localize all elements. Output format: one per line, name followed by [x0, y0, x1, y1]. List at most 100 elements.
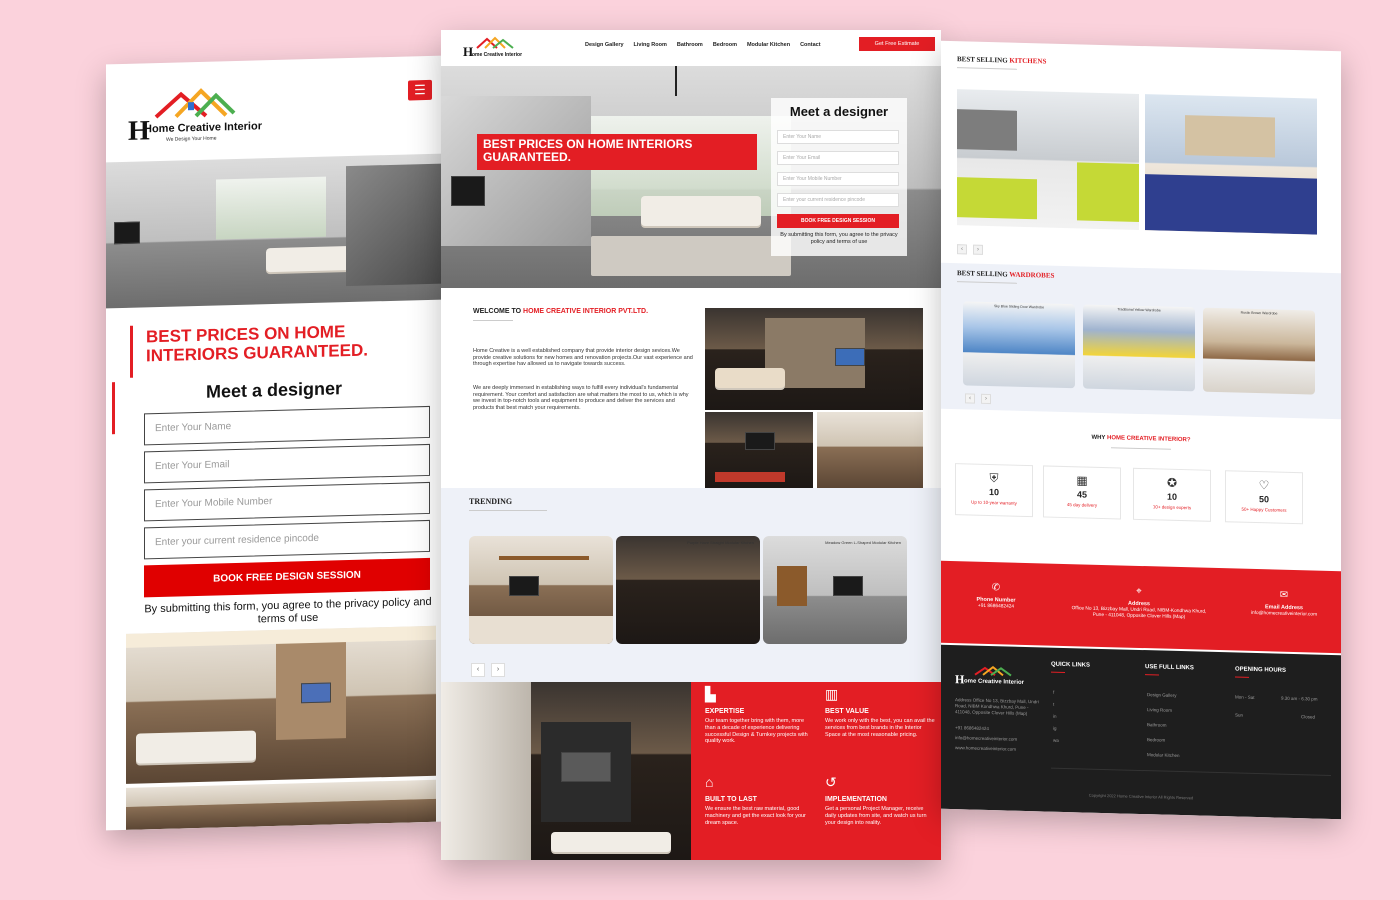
award-icon: ✪ — [1166, 475, 1178, 490]
trending-card[interactable] — [469, 536, 613, 644]
hours-day: Sun — [1235, 712, 1244, 718]
terms-text: By submitting this form, you agree to th… — [144, 595, 432, 626]
heading-accent: KITCHENS — [1009, 56, 1047, 66]
heart-home-icon: ♡ — [1258, 478, 1270, 493]
mobile-input[interactable]: Enter Your Mobile Number — [777, 172, 899, 186]
phone-icon: ✆ — [991, 582, 1001, 594]
house-roof-icon: H ome Creative Interior — [463, 36, 522, 59]
wardrobe-card[interactable]: Sky Blue Sliding Door Wardrobe — [963, 301, 1075, 389]
card-caption: Rustic Brown Wardrobe — [1240, 310, 1278, 316]
linkedin-icon[interactable]: in — [1053, 714, 1057, 719]
feature-desc: We work only with the best, you can avai… — [825, 718, 935, 738]
contact-email[interactable]: ✉ Email Address info@homecreativeinterio… — [1239, 589, 1329, 619]
mobile-screen: H Home Creative Interior We Design Your … — [106, 55, 442, 831]
company-name: HOME CREATIVE INTERIOR PVT.LTD. — [523, 308, 649, 315]
pincode-input[interactable]: Enter your current residence pincode — [144, 519, 430, 560]
heading-prefix: WHY — [1091, 434, 1106, 442]
carousel-next-button[interactable]: › — [973, 244, 983, 255]
hours-day: Mon - Sat — [1235, 694, 1255, 700]
book-session-button[interactable]: BOOK FREE DESIGN SESSION — [777, 214, 899, 228]
living-room-image — [705, 308, 923, 410]
hero-headline: BEST PRICES ON HOME INTERIORS GUARANTEED… — [146, 322, 368, 366]
hours-time: Closed — [1301, 714, 1316, 720]
shield-icon: ⛨ — [989, 471, 999, 486]
about-paragraph-2: We are deeply immersed in establishing w… — [473, 385, 689, 411]
nav-design-gallery[interactable]: Design Gallery — [585, 42, 624, 48]
contact-address[interactable]: ⌖ Address Office No 13, Bizzbay Mall, Un… — [1071, 584, 1207, 622]
tv-wall-image — [441, 682, 691, 860]
kitchen-image — [817, 412, 923, 488]
desktop-lower-screen: BEST SELLING KITCHENS ‹ › BEST SELLING W… — [941, 40, 1341, 820]
opening-hours-title: OPENING HOURS — [1235, 666, 1287, 674]
book-session-button[interactable]: BOOK FREE DESIGN SESSION — [144, 557, 430, 598]
feature-built-to-last: ⌂ BUILT TO LAST We ensure the best raw m… — [705, 774, 815, 826]
hamburger-icon[interactable]: ☰ — [408, 79, 432, 101]
whatsapp-icon[interactable]: wa — [1053, 738, 1059, 743]
facebook-icon[interactable]: f — [1053, 690, 1054, 695]
divider — [469, 510, 547, 511]
history-icon: ↺ — [825, 774, 837, 790]
house-roof-icon: H ome Creative Interior — [955, 665, 1025, 686]
kitchen-image[interactable] — [1145, 94, 1317, 235]
card-caption: Meadow Green L-Shaped Modular Kitchen — [825, 540, 901, 545]
welcome-prefix: WELCOME TO — [473, 308, 522, 315]
feature-best-value: ▥ BEST VALUE We work only with the best,… — [825, 686, 935, 738]
footer-link[interactable]: Living Room — [1147, 707, 1172, 713]
trending-card[interactable]: Purple Haze Straight Modular Kitchen — [616, 536, 760, 644]
stat-customers: ♡ 50 50+ Happy Customers — [1225, 470, 1303, 525]
wardrobe-card[interactable]: Rustic Brown Wardrobe — [1203, 307, 1315, 395]
carousel-next-button[interactable]: › — [981, 393, 991, 405]
carousel-prev-button[interactable]: ‹ — [957, 244, 967, 255]
svg-text:ome Creative Interior: ome Creative Interior — [472, 52, 522, 58]
name-input[interactable]: Enter Your Name — [144, 405, 430, 446]
footer-link[interactable]: Modular Kitchen — [1147, 752, 1180, 758]
free-estimate-button[interactable]: Get Free Estimate — [859, 37, 935, 51]
brand-logo[interactable]: H ome Creative Interior — [463, 36, 525, 64]
accent-bar — [130, 325, 133, 378]
main-nav: Design Gallery Living Room Bathroom Bedr… — [585, 42, 821, 48]
kitchens-heading: BEST SELLING KITCHENS — [957, 55, 1046, 65]
stat-warranty: ⛨ 10 Up to 10-year warranty — [955, 463, 1033, 518]
footer-link[interactable]: Bedroom — [1147, 737, 1165, 742]
brand-logo[interactable]: H Home Creative Interior We Design Your … — [126, 84, 266, 158]
bank-icon: ⌂ — [705, 774, 714, 790]
nav-contact[interactable]: Contact — [800, 42, 820, 48]
hero-headline: BEST PRICES ON HOME INTERIORS GUARANTEED… — [477, 134, 757, 170]
footer-link[interactable]: Design Gallery — [1147, 692, 1177, 698]
nav-modular-kitchen[interactable]: Modular Kitchen — [747, 42, 790, 48]
email-input[interactable]: Enter Your Email — [777, 151, 899, 165]
name-input[interactable]: Enter Your Name — [777, 130, 899, 144]
quick-links-title: QUICK LINKS — [1051, 661, 1090, 669]
carousel-next-button[interactable]: › — [491, 663, 505, 677]
about-paragraph-1: Home Creative is a well established comp… — [473, 348, 693, 368]
form-title: Meet a designer — [205, 378, 343, 402]
stat-label: 10+ design experts — [1152, 504, 1192, 511]
email-input[interactable]: Enter Your Email — [144, 443, 430, 484]
pincode-input[interactable]: Enter your current residence pincode — [777, 193, 899, 207]
nav-living-room[interactable]: Living Room — [634, 42, 667, 48]
terms-text: By submitting this form, you agree to th… — [780, 232, 898, 245]
feature-title: BUILT TO LAST — [705, 796, 757, 803]
building-icon: ▥ — [825, 686, 839, 702]
wardrobe-card[interactable]: Traditional Yellow Wardrobe — [1083, 304, 1195, 392]
footer-link[interactable]: Bathroom — [1147, 722, 1167, 728]
twitter-icon[interactable]: t — [1053, 702, 1054, 707]
nav-bathroom[interactable]: Bathroom — [677, 42, 703, 48]
useful-links-title: USE FULL LINKS — [1145, 664, 1194, 672]
carousel-prev-button[interactable]: ‹ — [471, 663, 485, 677]
carousel-prev-button[interactable]: ‹ — [965, 393, 975, 404]
footer-phone[interactable]: +91 8686482424 — [955, 725, 989, 731]
instagram-icon[interactable]: ig — [1053, 726, 1057, 731]
kitchen-image[interactable] — [957, 89, 1139, 230]
nav-bedroom[interactable]: Bedroom — [713, 42, 737, 48]
hours-time: 9.30 am - 6.30 pm — [1281, 695, 1318, 702]
divider — [1111, 447, 1171, 450]
divider — [473, 320, 513, 321]
contact-phone[interactable]: ✆ Phone Number +91 8686482424 — [959, 581, 1033, 611]
stat-value: 10 — [1166, 491, 1177, 502]
mobile-input[interactable]: Enter Your Mobile Number — [144, 481, 430, 522]
trending-card[interactable]: Meadow Green L-Shaped Modular Kitchen — [763, 536, 907, 644]
stat-value: 10 — [988, 487, 999, 498]
svg-text:ome Creative Interior: ome Creative Interior — [964, 678, 1025, 686]
footer-logo[interactable]: H ome Creative Interior — [955, 665, 1045, 689]
